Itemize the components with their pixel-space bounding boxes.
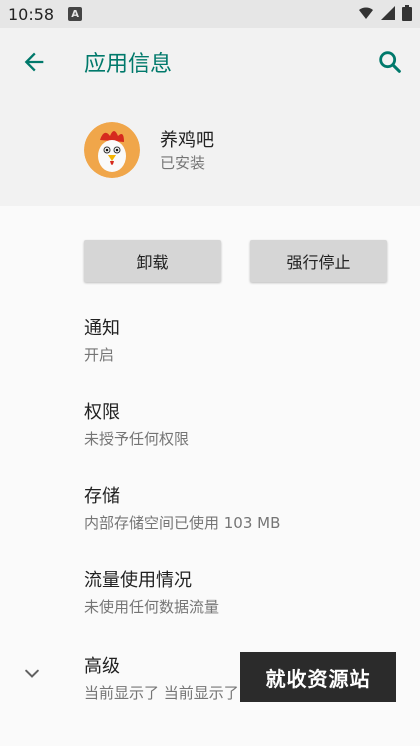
notifications-item[interactable]: 通知 开启 [84, 314, 404, 365]
data-usage-subtitle: 未使用任何数据流量 [84, 598, 220, 616]
storage-subtitle: 内部存储空间已使用 103 MB [84, 514, 281, 532]
app-header: 应用信息 养鸡吧 已安装 [0, 28, 420, 206]
notifications-subtitle: 开启 [84, 346, 115, 364]
app-install-status: 已安装 [160, 154, 206, 172]
status-icons [358, 5, 412, 21]
back-arrow-icon[interactable] [20, 48, 48, 76]
search-icon[interactable] [376, 48, 404, 76]
chevron-down-icon[interactable] [22, 664, 42, 684]
watermark-badge: 就收资源站 [240, 652, 396, 702]
notification-icon: A [68, 7, 83, 21]
data-usage-title: 流量使用情况 [84, 570, 192, 591]
app-icon-rooster [84, 122, 140, 178]
page-title: 应用信息 [84, 52, 173, 77]
uninstall-button[interactable]: 卸载 [84, 240, 221, 282]
battery-icon [402, 5, 412, 21]
signal-icon [381, 6, 395, 20]
permissions-item[interactable]: 权限 未授予任何权限 [84, 398, 404, 449]
wifi-icon [359, 7, 373, 19]
permissions-title: 权限 [84, 402, 120, 423]
data-usage-item[interactable]: 流量使用情况 未使用任何数据流量 [84, 566, 404, 617]
status-time: 10:58 [8, 4, 55, 24]
permissions-subtitle: 未授予任何权限 [84, 430, 190, 448]
app-name: 养鸡吧 [160, 130, 214, 151]
force-stop-button[interactable]: 强行停止 [250, 240, 387, 282]
storage-title: 存储 [84, 486, 120, 507]
status-bar: 10:58 A [0, 0, 420, 28]
notifications-title: 通知 [84, 318, 120, 339]
storage-item[interactable]: 存储 内部存储空间已使用 103 MB [84, 482, 404, 533]
